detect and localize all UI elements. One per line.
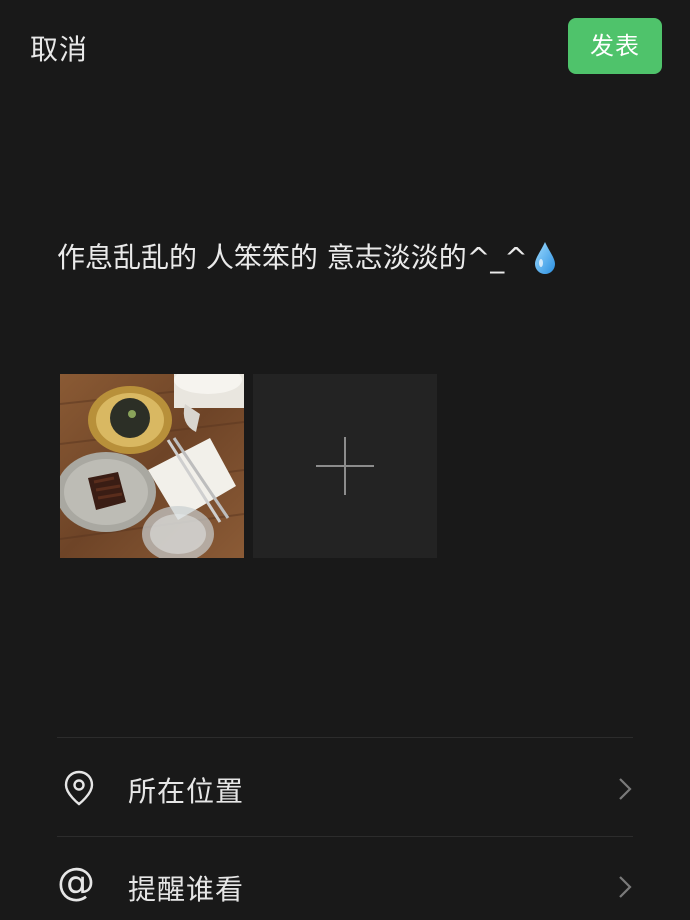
location-pin-icon bbox=[64, 770, 94, 806]
divider bbox=[57, 737, 633, 738]
chevron-right-icon bbox=[619, 778, 632, 800]
add-photo-button[interactable] bbox=[253, 374, 437, 558]
mention-label: 提醒谁看 bbox=[128, 873, 245, 906]
photo-thumbnail[interactable] bbox=[60, 374, 244, 558]
compose-moment-screen: 取消 发表 作息乱乱的 人笨笨的 意志淡淡的^_^ 所在位置 @ 提醒谁看 bbox=[0, 0, 690, 920]
chevron-right-icon bbox=[619, 876, 632, 898]
photo-image bbox=[60, 374, 244, 558]
cancel-button[interactable]: 取消 bbox=[30, 28, 88, 68]
post-text: 作息乱乱的 人笨笨的 意志淡淡的^_^ bbox=[57, 241, 528, 274]
mention-option[interactable]: @ 提醒谁看 bbox=[57, 838, 633, 920]
at-icon: @ bbox=[57, 860, 95, 904]
post-text-area[interactable]: 作息乱乱的 人笨笨的 意志淡淡的^_^ bbox=[57, 236, 657, 280]
divider bbox=[57, 836, 633, 837]
top-bar: 取消 发表 bbox=[0, 0, 690, 92]
location-label: 所在位置 bbox=[128, 775, 245, 808]
location-option[interactable]: 所在位置 bbox=[57, 740, 633, 836]
water-drop-icon bbox=[534, 242, 555, 274]
publish-button[interactable]: 发表 bbox=[568, 18, 662, 74]
